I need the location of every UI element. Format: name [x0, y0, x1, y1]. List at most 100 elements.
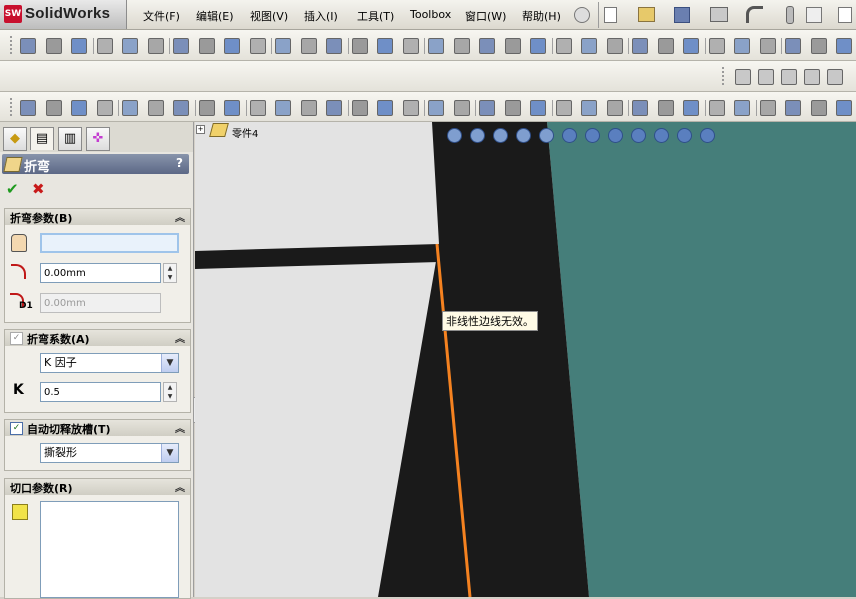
extrude-icon[interactable]: [504, 38, 521, 54]
rip-icon[interactable]: [351, 38, 368, 54]
cut-icon[interactable]: [530, 38, 546, 54]
point-icon[interactable]: [198, 100, 215, 116]
zoom-area-icon[interactable]: [470, 128, 485, 143]
tab-feature-manager[interactable]: ◆: [3, 127, 27, 151]
text-icon[interactable]: [249, 100, 266, 116]
hide-show-icon[interactable]: [631, 128, 646, 143]
cut-icon[interactable]: [96, 38, 113, 54]
circle-icon[interactable]: [758, 69, 774, 85]
save-icon[interactable]: [674, 7, 690, 23]
bend-parameters-header[interactable]: 折弯参数(B) ︽: [5, 209, 190, 225]
cut-parameters-header[interactable]: 切口参数(R) ︽: [5, 479, 190, 495]
collapse-chevron-icon[interactable]: ︽: [175, 479, 185, 494]
spline-icon[interactable]: [555, 100, 572, 116]
collapse-chevron-icon[interactable]: ︽: [175, 209, 185, 224]
ellipse-icon[interactable]: [581, 100, 597, 116]
relation-icon[interactable]: [810, 100, 827, 116]
apply-scene-icon[interactable]: [677, 128, 692, 143]
bend-radius-spinner[interactable]: ▲ ▼: [163, 263, 177, 283]
tab-property-manager[interactable]: ▤: [30, 127, 54, 150]
fillet-icon[interactable]: [555, 38, 572, 54]
select-icon[interactable]: [786, 6, 794, 24]
new-document-icon[interactable]: [604, 7, 617, 23]
pattern-icon[interactable]: [581, 38, 597, 54]
relief-type-select[interactable]: 撕裂形 ▼: [40, 443, 179, 463]
rip-icon[interactable]: [785, 38, 801, 54]
centerline-icon[interactable]: [657, 100, 674, 116]
fold-icon[interactable]: [759, 38, 776, 54]
pattern-icon[interactable]: [351, 100, 368, 116]
arc-icon[interactable]: [96, 100, 113, 116]
mirror-icon[interactable]: [759, 100, 776, 116]
flatten-icon[interactable]: [810, 38, 827, 54]
previous-view-icon[interactable]: [493, 128, 508, 143]
line-icon[interactable]: [20, 100, 36, 116]
bend-allowance-checkbox[interactable]: ✓: [10, 332, 23, 345]
chevron-down-icon[interactable]: ▼: [161, 354, 178, 372]
help-button[interactable]: ?: [176, 156, 183, 170]
mirror-icon[interactable]: [326, 100, 342, 116]
circle-icon[interactable]: [71, 100, 87, 116]
bend-radius-input[interactable]: 0.00mm: [40, 263, 161, 283]
view-orientation-icon[interactable]: [585, 128, 600, 143]
corner-icon[interactable]: [275, 38, 291, 54]
toolbar-grip[interactable]: [10, 98, 15, 116]
section-icon[interactable]: [428, 38, 444, 54]
corner-rectangle-icon[interactable]: [827, 69, 843, 85]
rebuild-icon[interactable]: [806, 7, 822, 23]
text-icon[interactable]: [683, 100, 699, 116]
edit-appearance-icon[interactable]: [654, 128, 669, 143]
dimension-icon[interactable]: [402, 100, 419, 116]
sheet-metal-icon[interactable]: [606, 38, 623, 54]
part-name[interactable]: 零件4: [232, 125, 258, 140]
display-relations-icon[interactable]: [428, 100, 444, 116]
toolbar-grip[interactable]: [722, 67, 727, 85]
tree-expand-icon[interactable]: +: [196, 125, 205, 134]
k-factor-spinner[interactable]: ▲ ▼: [163, 382, 177, 402]
point-icon[interactable]: [632, 100, 648, 116]
trim-icon[interactable]: [708, 100, 725, 116]
toolbar-grip[interactable]: [10, 36, 15, 54]
fixed-edge-selection-box[interactable]: [40, 233, 179, 253]
ok-button[interactable]: ✔: [6, 180, 19, 198]
menu-insert[interactable]: 插入(I): [304, 8, 338, 24]
k-factor-input[interactable]: 0.5: [40, 382, 161, 402]
menu-file[interactable]: 文件(F): [143, 8, 180, 24]
spline-icon[interactable]: [804, 69, 820, 85]
tab-configuration-manager[interactable]: ▥: [58, 127, 82, 151]
hem-icon[interactable]: [683, 38, 699, 54]
auto-relief-checkbox[interactable]: ✓: [10, 422, 23, 435]
unfold-icon[interactable]: [734, 38, 750, 54]
rotate-icon[interactable]: [516, 128, 531, 143]
collapse-chevron-icon[interactable]: ︽: [175, 330, 185, 345]
sheet-metal-icon[interactable]: [173, 38, 189, 54]
rectangle-icon[interactable]: [479, 100, 495, 116]
measure-icon[interactable]: [836, 38, 852, 54]
fold-icon[interactable]: [326, 38, 342, 54]
extrude-icon[interactable]: [71, 38, 87, 54]
relation-icon[interactable]: [377, 100, 393, 116]
view-orientation-icon[interactable]: [453, 38, 470, 54]
section-view-icon[interactable]: [562, 128, 577, 143]
cancel-button[interactable]: ✖: [32, 180, 45, 198]
open-folder-icon[interactable]: [638, 7, 655, 22]
bend-icon[interactable]: [632, 38, 648, 54]
view-settings-icon[interactable]: [700, 128, 715, 143]
offset-icon[interactable]: [300, 100, 317, 116]
fillet-icon[interactable]: [606, 100, 623, 116]
menu-view[interactable]: 视图(V): [250, 8, 288, 24]
fillet-icon[interactable]: [173, 100, 189, 116]
measure-icon[interactable]: [402, 38, 419, 54]
undo-icon[interactable]: [746, 6, 763, 23]
menu-tools[interactable]: 工具(T): [357, 8, 394, 24]
bend-allowance-type-select[interactable]: K 因子 ▼: [40, 353, 179, 373]
ellipse-icon[interactable]: [147, 100, 164, 116]
corner-icon[interactable]: [708, 38, 725, 54]
menu-window[interactable]: 窗口(W): [465, 8, 506, 24]
arc-icon[interactable]: [781, 69, 797, 85]
flange-icon[interactable]: [657, 38, 674, 54]
cut-edges-list[interactable]: [40, 501, 179, 598]
collapse-chevron-icon[interactable]: ︽: [175, 420, 185, 435]
spline-icon[interactable]: [122, 100, 138, 116]
auto-relief-header[interactable]: ✓ 自动切释放槽(T) ︽: [5, 420, 190, 436]
